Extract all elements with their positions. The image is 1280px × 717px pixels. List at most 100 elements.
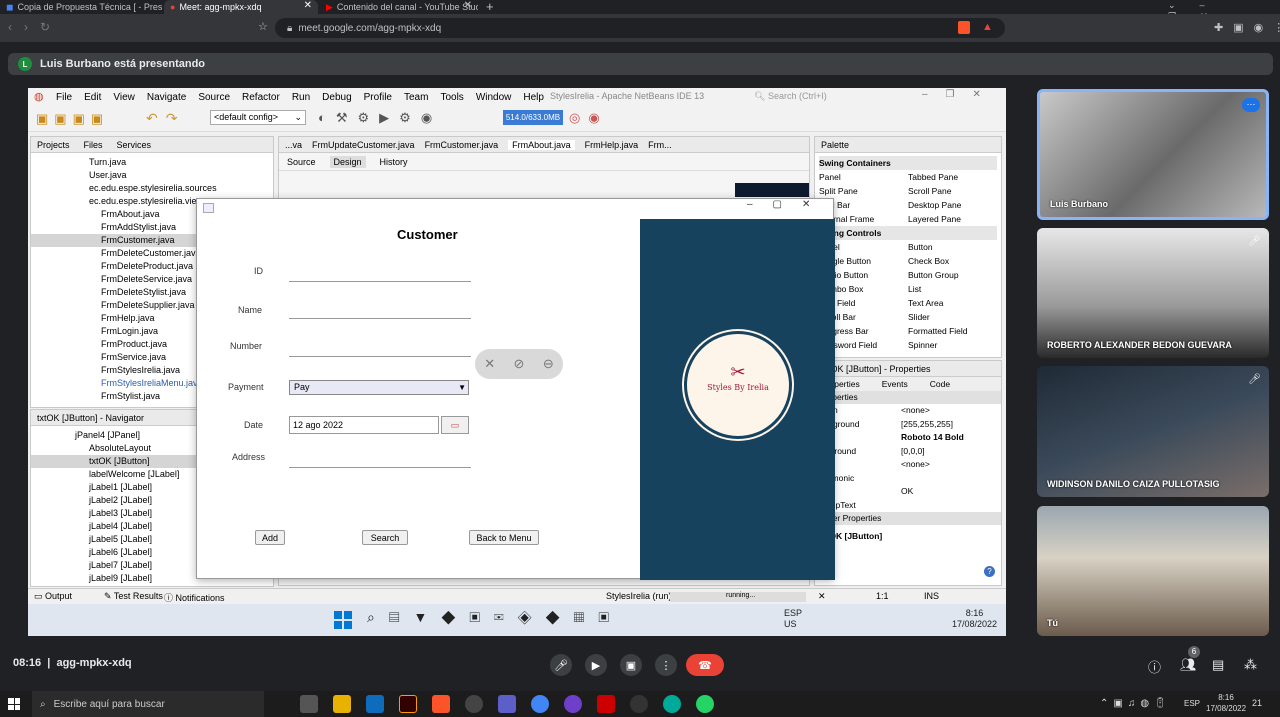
prop-value[interactable] bbox=[901, 499, 1001, 513]
menu-profile[interactable]: Profile bbox=[364, 92, 392, 103]
editor-tab-active[interactable]: FrmAbout.java bbox=[508, 139, 575, 150]
prop-value[interactable]: <none> bbox=[901, 404, 1001, 418]
menu-edit[interactable]: Edit bbox=[84, 92, 101, 103]
palette-item[interactable]: Layered Pane bbox=[908, 212, 997, 226]
tree-item[interactable]: ec.edu.espe.stylesirelia.sources bbox=[31, 182, 273, 195]
system-tray-icons[interactable]: ⌃▣♫◍🔋︎ bbox=[1100, 698, 1172, 709]
palette-item[interactable]: Split Pane bbox=[819, 184, 908, 198]
menu-source[interactable]: Source bbox=[198, 92, 230, 103]
prop-value[interactable]: <none> bbox=[901, 458, 1001, 472]
search-field[interactable]: 🔍︎ Search (Ctrl+I) bbox=[754, 91, 827, 102]
palette-item[interactable]: Spinner bbox=[908, 338, 997, 352]
tray-clock[interactable]: 8:16 17/08/2022 bbox=[1206, 692, 1246, 714]
config-select[interactable]: <default config> ⌄ bbox=[210, 110, 306, 125]
participant-tile[interactable]: ⋯ Luis Burbano bbox=[1037, 89, 1269, 220]
more-button[interactable]: ⋮ bbox=[655, 654, 677, 676]
address-field[interactable] bbox=[289, 467, 471, 468]
chrome-icon[interactable] bbox=[531, 695, 549, 713]
notification-count[interactable]: 21 bbox=[1252, 698, 1262, 708]
prop-value[interactable]: [0,0,0] bbox=[901, 445, 1001, 459]
remove-icon[interactable]: ⊖ bbox=[543, 356, 554, 372]
id-field[interactable] bbox=[289, 281, 471, 282]
start-icon[interactable] bbox=[334, 611, 352, 629]
menu-team[interactable]: Team bbox=[404, 92, 428, 103]
undo-redo-icons[interactable]: ↶↷ bbox=[146, 110, 185, 127]
calendar-button[interactable]: ▭ bbox=[441, 416, 469, 434]
music-icon[interactable] bbox=[465, 695, 483, 713]
prop-value[interactable]: Roboto 14 Bold bbox=[901, 431, 1001, 445]
number-field[interactable] bbox=[289, 356, 471, 357]
participant-tile[interactable]: 🎤︎ ROBERTO ALEXANDER BEDON GUEVARA bbox=[1037, 228, 1269, 358]
tab-services[interactable]: Services bbox=[117, 140, 152, 150]
menu-run[interactable]: Run bbox=[292, 92, 310, 103]
editor-tab[interactable]: FrmHelp.java bbox=[585, 140, 639, 150]
file-toolbar-icons[interactable]: ▣▣▣▣ bbox=[36, 111, 109, 127]
windows-start-icon[interactable] bbox=[8, 698, 20, 710]
info-icon[interactable]: ⓘ bbox=[1148, 657, 1161, 676]
menu-tools[interactable]: Tools bbox=[440, 92, 463, 103]
ide-window-controls[interactable]: –❐✕ bbox=[922, 89, 999, 100]
input-language[interactable]: ESP US bbox=[784, 608, 802, 630]
github-icon[interactable] bbox=[564, 695, 582, 713]
browser-tab-active[interactable]: ● Meet: agg-mpkx-xdq ✕ bbox=[164, 0, 318, 14]
app-icon[interactable] bbox=[300, 695, 318, 713]
clock[interactable]: 8:16 17/08/2022 bbox=[952, 608, 997, 630]
end-call-button[interactable]: ☎ bbox=[686, 654, 724, 676]
tab-events[interactable]: Events bbox=[882, 379, 908, 389]
prop-value[interactable]: OK bbox=[901, 485, 1001, 499]
gc-profile-icons[interactable]: ◎◉ bbox=[569, 110, 608, 126]
tab-files[interactable]: Files bbox=[84, 140, 103, 150]
palette-item[interactable]: Panel bbox=[819, 170, 908, 184]
palette-item[interactable]: Scroll Pane bbox=[908, 184, 997, 198]
palette-item[interactable]: Desktop Pane bbox=[908, 198, 997, 212]
folder-icon[interactable] bbox=[333, 695, 351, 713]
add-button[interactable]: Add bbox=[255, 530, 285, 545]
browser-tab[interactable]: ▶ Contenido del canal - YouTube Studio ✕ bbox=[320, 0, 478, 14]
people-icon[interactable]: 👥︎ bbox=[1180, 657, 1197, 673]
brave-icon[interactable] bbox=[432, 695, 450, 713]
dialog-window-controls[interactable]: –▢✕ bbox=[747, 199, 830, 210]
more-options-icon[interactable]: ⋯ bbox=[1242, 98, 1260, 112]
date-field[interactable]: 12 ago 2022 bbox=[289, 416, 439, 434]
mail-icon[interactable] bbox=[366, 695, 384, 713]
output-button[interactable]: ▭ Output bbox=[34, 591, 72, 602]
brave-shield-icon[interactable] bbox=[958, 21, 970, 34]
taskbar-app-icons[interactable]: ⌕▤▼◆▣✉◈◆▦▣ bbox=[367, 609, 623, 626]
palette-item[interactable]: List bbox=[908, 282, 997, 296]
palette-section[interactable]: Swing Controls bbox=[819, 226, 997, 240]
teams-icon[interactable] bbox=[498, 695, 516, 713]
tree-item[interactable]: User.java bbox=[31, 169, 273, 182]
payment-select[interactable]: Pay ▼ bbox=[289, 380, 469, 395]
palette-item[interactable]: Check Box bbox=[908, 254, 997, 268]
illustrator-icon[interactable] bbox=[399, 695, 417, 713]
subtab-history[interactable]: History bbox=[380, 157, 408, 167]
pin-off-icon[interactable]: ✕ bbox=[484, 356, 495, 372]
present-button[interactable]: ▣ bbox=[620, 654, 642, 676]
tray-language[interactable]: ESP bbox=[1184, 699, 1200, 708]
bookmark-icon[interactable]: ☆ bbox=[258, 20, 268, 33]
rewards-icon[interactable]: ▲ bbox=[982, 21, 993, 33]
name-field[interactable] bbox=[289, 318, 471, 319]
editor-tab[interactable]: FrmCustomer.java bbox=[425, 140, 499, 150]
menu-refactor[interactable]: Refactor bbox=[242, 92, 280, 103]
close-icon[interactable]: ✕ bbox=[464, 0, 472, 11]
palette-item[interactable]: Slider bbox=[908, 310, 997, 324]
back-to-menu-button[interactable]: Back to Menu bbox=[469, 530, 539, 545]
subtab-design[interactable]: Design bbox=[329, 155, 366, 168]
app-icon[interactable] bbox=[630, 695, 648, 713]
menu-debug[interactable]: Debug bbox=[322, 92, 351, 103]
palette-item[interactable]: Button bbox=[908, 240, 997, 254]
palette-item[interactable]: Formatted Field bbox=[908, 324, 997, 338]
mic-button[interactable]: 🎤︎ bbox=[550, 654, 572, 676]
editor-tab[interactable]: FrmUpdateCustomer.java bbox=[312, 140, 415, 150]
tab-code[interactable]: Code bbox=[930, 379, 950, 389]
search-button[interactable]: Search bbox=[362, 530, 408, 545]
subtab-source[interactable]: Source bbox=[287, 157, 316, 167]
nav-buttons[interactable]: ‹›↻ bbox=[8, 20, 62, 34]
palette-item[interactable]: Tabbed Pane bbox=[908, 170, 997, 184]
menu-navigate[interactable]: Navigate bbox=[147, 92, 186, 103]
tree-item[interactable]: Turn.java bbox=[31, 156, 273, 169]
participant-tile[interactable]: 🎤︎ WIDINSON DANILO CAIZA PULLOTASIG bbox=[1037, 366, 1269, 497]
activities-icon[interactable]: ⁂ bbox=[1244, 657, 1257, 673]
menu-file[interactable]: File bbox=[56, 92, 72, 103]
